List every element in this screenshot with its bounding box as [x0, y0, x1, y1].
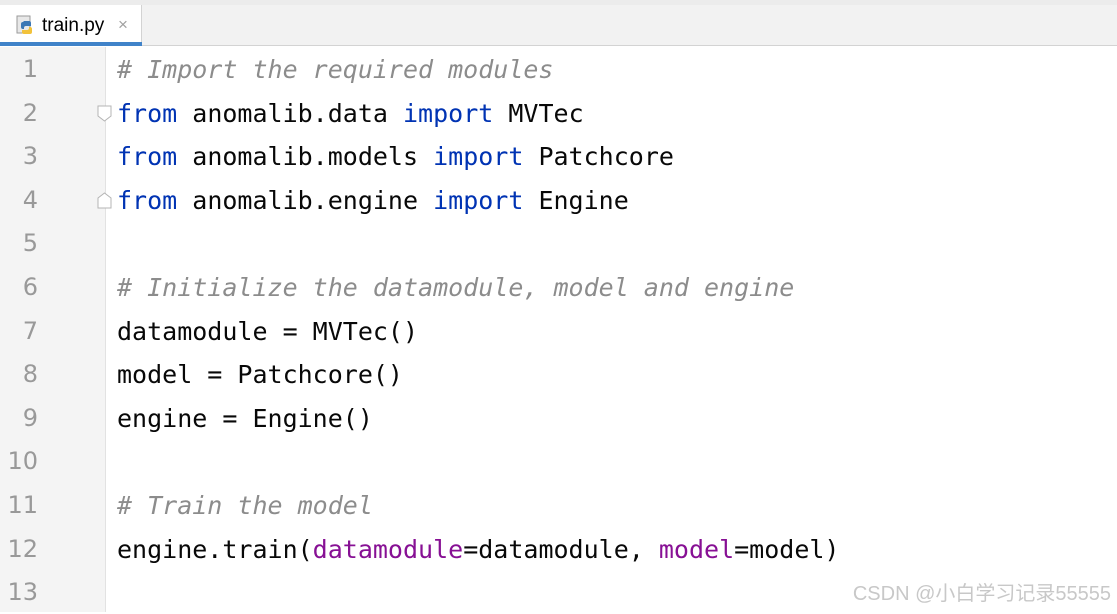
- code-line[interactable]: 6 # Initialize the datamodule, model and …: [0, 266, 1117, 309]
- code-token: engine.train(: [117, 534, 313, 564]
- line-number: 5: [22, 229, 38, 258]
- keyword-token: from: [117, 98, 178, 128]
- line-number: 6: [22, 273, 38, 301]
- active-tab-indicator: [0, 42, 142, 46]
- code-token: datamodule = MVTec(): [117, 316, 419, 346]
- code-text: engine = Engine(): [117, 397, 373, 440]
- line-number: 13: [7, 578, 38, 607]
- code-line[interactable]: 1 # Import the required modules: [0, 48, 1117, 91]
- keyword-token: import: [433, 185, 524, 215]
- comment-token: # Initialize the datamodule, model and e…: [117, 273, 795, 302]
- line-number: 4: [22, 185, 38, 214]
- parameter-token: datamodule: [312, 534, 464, 564]
- code-token: anomalib.data: [177, 98, 403, 128]
- code-line[interactable]: 11 # Train the model: [0, 484, 1117, 527]
- code-line[interactable]: 5: [0, 222, 1117, 265]
- code-token: Patchcore: [523, 142, 674, 172]
- comment-token: # Train the model: [117, 491, 373, 520]
- code-line[interactable]: 2 from anomalib.data import MVTec: [0, 92, 1117, 135]
- code-text: # Import the required modules: [117, 48, 554, 91]
- python-file-icon: [16, 15, 32, 34]
- line-number: 9: [22, 403, 38, 432]
- code-line[interactable]: 4 from anomalib.engine import Engine: [0, 179, 1117, 222]
- line-number: 11: [7, 491, 38, 519]
- code-token: =model): [734, 534, 840, 564]
- keyword-token: from: [117, 185, 178, 215]
- code-text: datamodule = MVTec(): [117, 310, 418, 353]
- line-number: 7: [22, 316, 38, 345]
- line-number: 1: [22, 55, 38, 83]
- code-line[interactable]: 8 model = Patchcore(): [0, 353, 1117, 396]
- code-text: from anomalib.data import MVTec: [117, 92, 584, 135]
- code-line[interactable]: 12 engine.train(datamodule=datamodule, mo…: [0, 528, 1117, 571]
- tab-train-py[interactable]: train.py ×: [0, 5, 142, 46]
- code-token: anomalib.engine: [177, 185, 434, 215]
- comment-token: # Import the required modules: [117, 55, 554, 84]
- code-text: from anomalib.engine import Engine: [117, 179, 629, 222]
- code-line[interactable]: 10: [0, 440, 1117, 483]
- keyword-token: import: [433, 142, 524, 172]
- tab-filename: train.py: [42, 15, 105, 36]
- code-text: # Train the model: [117, 484, 373, 527]
- fold-open-icon[interactable]: [97, 105, 112, 122]
- editor-tab-bar: train.py ×: [0, 5, 1117, 46]
- watermark: CSDN @小白学习记录55555: [852, 583, 1111, 605]
- code-text: from anomalib.models import Patchcore: [117, 135, 674, 178]
- keyword-token: import: [403, 98, 494, 128]
- fold-close-icon[interactable]: [97, 192, 112, 209]
- code-token: Engine: [523, 185, 629, 215]
- code-text: engine.train(datamodule=datamodule, mode…: [117, 528, 839, 571]
- code-token: model = Patchcore(): [117, 360, 403, 390]
- line-number: 2: [22, 98, 38, 127]
- code-line[interactable]: 9 engine = Engine(): [0, 397, 1117, 440]
- code-token: MVTec: [493, 98, 584, 128]
- line-number: 3: [22, 142, 38, 171]
- code-token: anomalib.models: [177, 142, 434, 172]
- code-line[interactable]: 7 datamodule = MVTec(): [0, 310, 1117, 353]
- line-number: 10: [7, 447, 38, 476]
- code-text: model = Patchcore(): [117, 353, 403, 396]
- parameter-token: model: [658, 534, 735, 564]
- code-token: engine = Engine(): [117, 403, 373, 433]
- code-text: # Initialize the datamodule, model and e…: [117, 266, 794, 309]
- line-number: 12: [7, 534, 38, 563]
- line-number: 8: [22, 360, 38, 389]
- code-token: =datamodule,: [463, 534, 659, 564]
- keyword-token: from: [117, 142, 178, 172]
- code-line[interactable]: 3 from anomalib.models import Patchcore: [0, 135, 1117, 178]
- close-icon[interactable]: ×: [118, 15, 128, 35]
